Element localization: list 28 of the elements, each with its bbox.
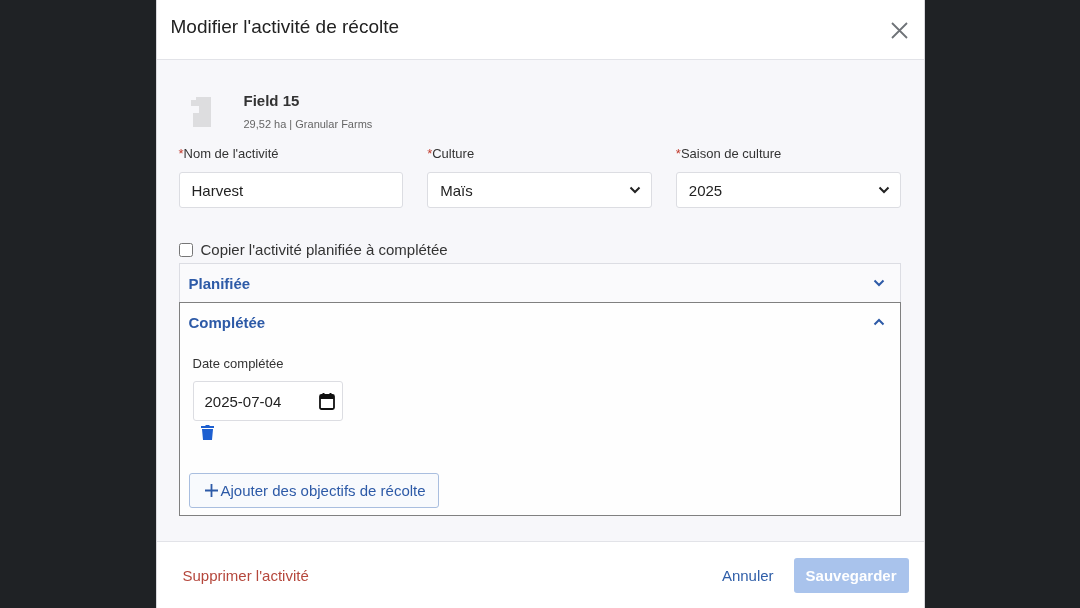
field-label: *Nom de l'activité <box>178 146 279 161</box>
close-icon <box>890 22 908 39</box>
date-field[interactable]: 2025-07-04 <box>192 381 343 421</box>
delete-activity-link[interactable]: Supprimer l'activité <box>182 566 309 584</box>
accordion-header[interactable]: Complétée <box>179 303 900 341</box>
field-name: Field 15 <box>243 92 301 109</box>
select-field[interactable]: 2025 <box>675 172 901 208</box>
field-shape-icon <box>190 97 211 127</box>
dialog-title: Modifier l'activité de récolte <box>170 15 401 38</box>
field-label: Date complétée <box>192 356 284 371</box>
select-field[interactable]: Maïs <box>427 172 652 208</box>
cancel-button[interactable]: Annuler <box>721 566 774 584</box>
chevron-down-icon <box>628 186 641 194</box>
chevron-up-icon <box>872 318 885 326</box>
calendar-icon[interactable] <box>318 392 335 410</box>
chevron-down-icon <box>872 279 885 287</box>
field-label: *Culture <box>427 146 475 161</box>
trash-icon[interactable] <box>200 425 214 440</box>
field-label: *Saison de culture <box>675 146 782 161</box>
checkbox-label: Copier l'activité planifiée à complétée <box>200 241 448 258</box>
text-input[interactable]: Harvest <box>178 172 404 208</box>
checkbox[interactable] <box>178 242 193 257</box>
accordion-header[interactable]: Planifiée <box>179 264 900 302</box>
chevron-down-icon <box>877 186 890 194</box>
add-goals-button[interactable]: Ajouter des objectifs de récolte <box>188 473 439 508</box>
field-details: 29,52 ha | Granular Farms <box>243 118 373 130</box>
close-button[interactable] <box>888 20 910 41</box>
plus-icon <box>204 484 218 497</box>
